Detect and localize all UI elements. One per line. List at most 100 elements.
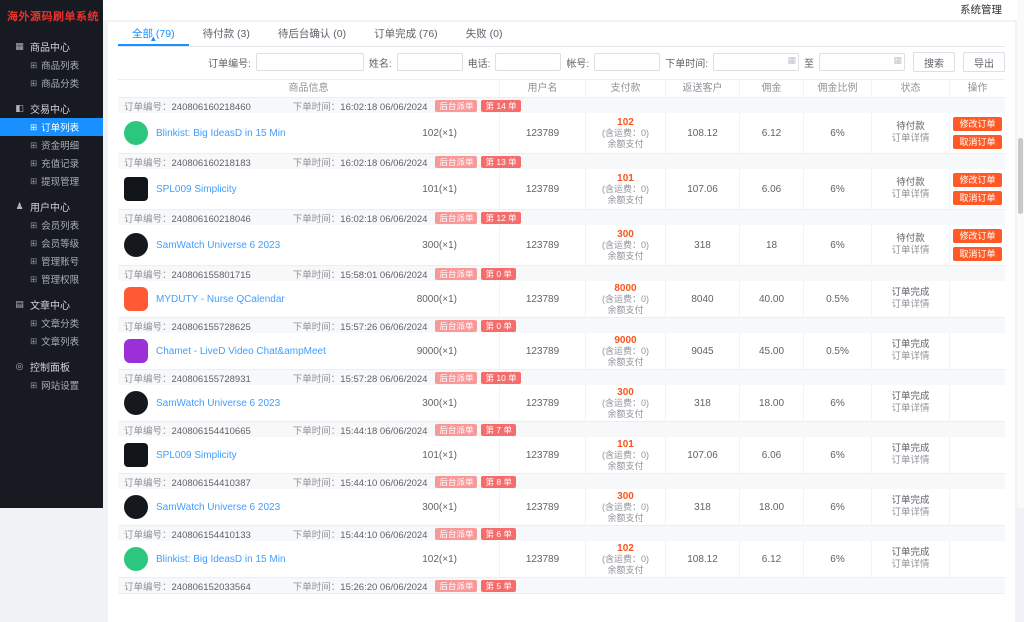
order-detail-link[interactable]: 订单详情 xyxy=(891,299,929,311)
order-no: 240806154410387 xyxy=(172,478,251,489)
sidebar-item-order-list[interactable]: ⊞ 订单列表 xyxy=(0,118,103,136)
order-detail-link[interactable]: 订单详情 xyxy=(891,133,929,145)
order-strip: 订单编号：240806154410133 下单时间：15:44:10 06/06… xyxy=(118,526,1005,541)
sidebar-group-product-center[interactable]: ▦ 商品中心 xyxy=(0,36,103,56)
commission-cell: 18.00 xyxy=(739,385,803,421)
product-name-link[interactable]: SamWatch Universe 6 2023 xyxy=(156,398,280,409)
ratio-cell: 0.5% xyxy=(803,333,871,369)
start-date-field: ▦ xyxy=(713,53,799,71)
sidebar-item-member-list[interactable]: ⊞ 会员列表 xyxy=(0,216,103,234)
plus-square-icon: ⊞ xyxy=(30,238,37,249)
sidebar-group-trade-center[interactable]: ◧ 交易中心 xyxy=(0,98,103,118)
order-strip: 订单编号：240806155728931 下单时间：15:57:28 06/06… xyxy=(118,370,1005,385)
sidebar-group-article-center[interactable]: ▤ 文章中心 xyxy=(0,294,103,314)
cancel-order-button[interactable]: 取消订单 xyxy=(953,135,1001,149)
product-icon xyxy=(124,177,148,201)
chart-icon: ◧ xyxy=(14,103,25,114)
order-detail-link[interactable]: 订单详情 xyxy=(891,189,929,201)
order-detail-link[interactable]: 订单详情 xyxy=(891,507,929,519)
order-detail-link[interactable]: 订单详情 xyxy=(891,559,929,571)
sidebar-item-admin-permission[interactable]: ⊞ 管理权限 xyxy=(0,270,103,288)
tab-completed[interactable]: 订单完成 (76) xyxy=(360,22,452,46)
sidebar-item-product-category[interactable]: ⊞ 商品分类 xyxy=(0,74,103,92)
app-logo: 海外源码刷单系统 xyxy=(0,0,103,30)
topbar: 系统管理 xyxy=(103,0,1024,20)
ratio-cell: 6% xyxy=(803,113,871,153)
cancel-order-button[interactable]: 取消订单 xyxy=(953,247,1001,261)
payment-cell: 101 (含运费：0) 余额支付 xyxy=(585,437,665,473)
product-name-link[interactable]: SamWatch Universe 6 2023 xyxy=(156,502,280,513)
order-time: 16:02:18 06/06/2024 xyxy=(340,214,427,225)
sidebar-item-article-list[interactable]: ⊞ 文章列表 xyxy=(0,332,103,350)
product-cell: Blinkist: Big IdeasD in 15 Min 102(×1) xyxy=(118,541,499,577)
sidebar-item-member-level[interactable]: ⊞ 会员等级 xyxy=(0,234,103,252)
order-no-label: 订单编号： xyxy=(124,374,172,385)
sidebar-item-article-category[interactable]: ⊞ 文章分类 xyxy=(0,314,103,332)
order-detail-link[interactable]: 订单详情 xyxy=(891,351,929,363)
tab-failed[interactable]: 失败 (0) xyxy=(452,22,517,46)
sidebar-item-product-list[interactable]: ⊞ 商品列表 xyxy=(0,56,103,74)
user-icon: ♟ xyxy=(14,201,25,212)
product-icon xyxy=(124,547,148,571)
order-no-filter-label: 订单编号: xyxy=(208,55,251,70)
end-date-input[interactable] xyxy=(819,53,905,71)
status-text: 订单完成 xyxy=(891,339,929,351)
modify-order-button[interactable]: 修改订单 xyxy=(953,117,1001,131)
sidebar-group-control-panel[interactable]: ◎ 控制面板 xyxy=(0,356,103,376)
pay-amount: 300 xyxy=(617,491,634,502)
pay-method: 余额支付 xyxy=(607,305,643,316)
tab-pending-confirm[interactable]: 待后台确认 (0) xyxy=(264,22,360,46)
ratio-cell: 6% xyxy=(803,225,871,265)
product-name-link[interactable]: SamWatch Universe 6 2023 xyxy=(156,240,280,251)
modify-order-button[interactable]: 修改订单 xyxy=(953,173,1001,187)
order-detail-link[interactable]: 订单详情 xyxy=(891,403,929,415)
order-detail-link[interactable]: 订单详情 xyxy=(891,455,929,467)
main-content: 全部 (79)▲ 待付款 (3) 待后台确认 (0) 订单完成 (76) 失败 … xyxy=(103,20,1024,508)
username-cell: 123789 xyxy=(499,489,585,525)
product-name-link[interactable]: SPL009 Simplicity xyxy=(156,450,237,461)
product-qty: 102(×1) xyxy=(422,554,499,565)
pay-method: 余额支付 xyxy=(607,565,643,576)
rebate-cell: 318 xyxy=(665,385,739,421)
system-manage-menu[interactable]: 系统管理 xyxy=(960,0,1002,20)
account-input[interactable] xyxy=(594,53,660,71)
sidebar-item-admin-account[interactable]: ⊞ 管理账号 xyxy=(0,252,103,270)
product-name-link[interactable]: Blinkist: Big IdeasD in 15 Min xyxy=(156,128,286,139)
payment-cell: 8000 (含运费：0) 余额支付 xyxy=(585,281,665,317)
product-qty: 300(×1) xyxy=(422,502,499,513)
sidebar-item-withdraw-manage[interactable]: ⊞ 提现管理 xyxy=(0,172,103,190)
search-button[interactable]: 搜索 xyxy=(913,52,955,72)
start-date-input[interactable] xyxy=(713,53,799,71)
tab-all[interactable]: 全部 (79)▲ xyxy=(118,22,189,46)
scrollbar-thumb[interactable] xyxy=(1018,138,1023,214)
freight-note: (含运费：0) xyxy=(602,554,649,565)
product-name-link[interactable]: Chamet - LiveD Video Chat&ampMeet xyxy=(156,346,326,357)
product-name-link[interactable]: SPL009 Simplicity xyxy=(156,184,237,195)
sidebar-item-site-settings[interactable]: ⊞ 网站设置 xyxy=(0,376,103,394)
sequence-badge: 第 8 单 xyxy=(481,476,515,488)
tab-pending-payment[interactable]: 待付款 (3) xyxy=(189,22,264,46)
username-cell: 123789 xyxy=(499,437,585,473)
dispatch-badge: 后台派单 xyxy=(435,372,477,384)
pay-amount: 9000 xyxy=(614,335,636,346)
order-strip: 订单编号：240806155728625 下单时间：15:57:26 06/06… xyxy=(118,318,1005,333)
sidebar-item-recharge-records[interactable]: ⊞ 充值记录 xyxy=(0,154,103,172)
sidebar-item-fund-details[interactable]: ⊞ 资金明细 xyxy=(0,136,103,154)
order-no-input[interactable] xyxy=(256,53,364,71)
phone-input[interactable] xyxy=(495,53,561,71)
export-button[interactable]: 导出 xyxy=(963,52,1005,72)
order-detail-link[interactable]: 订单详情 xyxy=(891,245,929,257)
pay-amount: 102 xyxy=(617,117,634,128)
pay-method: 余额支付 xyxy=(607,195,643,206)
pay-amount: 102 xyxy=(617,543,634,554)
order-actions: 修改订单 取消订单 xyxy=(949,113,1005,153)
cancel-order-button[interactable]: 取消订单 xyxy=(953,191,1001,205)
product-name-link[interactable]: MYDUTY - Nurse QCalendar xyxy=(156,294,285,305)
product-name-link[interactable]: Blinkist: Big IdeasD in 15 Min xyxy=(156,554,286,565)
sidebar-group-user-center[interactable]: ♟ 用户中心 xyxy=(0,196,103,216)
modify-order-button[interactable]: 修改订单 xyxy=(953,229,1001,243)
order-time: 16:02:18 06/06/2024 xyxy=(340,102,427,113)
pay-method: 余额支付 xyxy=(607,251,643,262)
page-scrollbar[interactable] xyxy=(1017,0,1024,508)
name-input[interactable] xyxy=(397,53,463,71)
